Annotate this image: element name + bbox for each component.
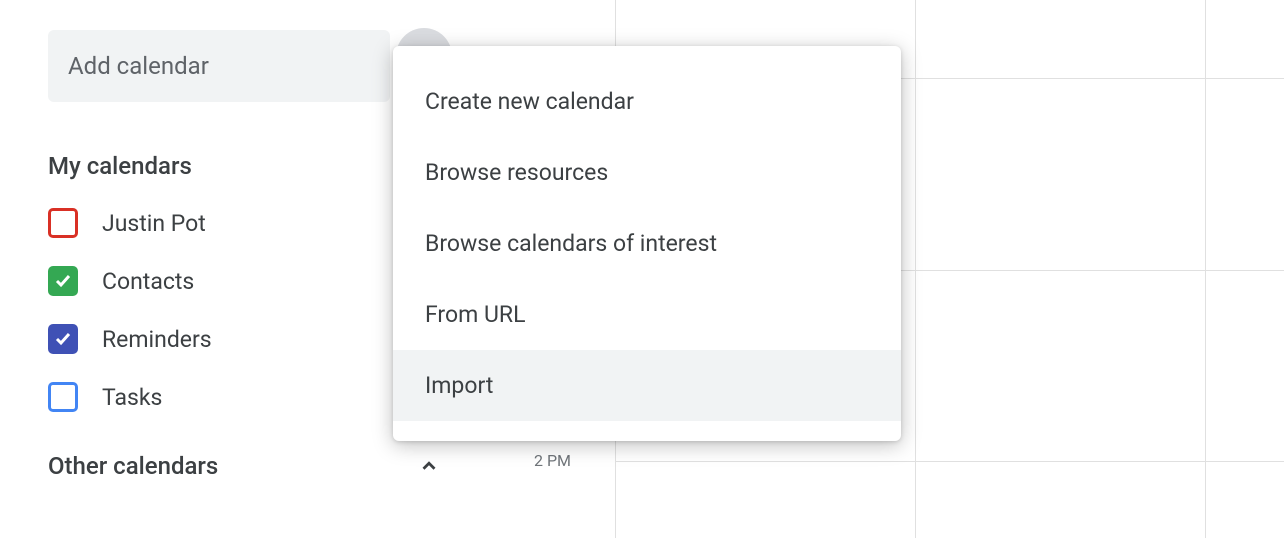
checkbox-reminders[interactable] [48, 324, 78, 354]
checkmark-icon [53, 329, 73, 349]
add-calendar-input[interactable] [48, 30, 390, 102]
calendar-label: Justin Pot [102, 210, 206, 237]
grid-horizontal-line [615, 461, 1284, 462]
checkbox-contacts[interactable] [48, 266, 78, 296]
grid-vertical-line [1205, 0, 1206, 538]
checkmark-icon [53, 271, 73, 291]
calendar-label: Reminders [102, 326, 212, 353]
chevron-up-icon[interactable] [418, 455, 440, 477]
popup-item-create-new-calendar[interactable]: Create new calendar [393, 66, 901, 137]
popup-item-from-url[interactable]: From URL [393, 279, 901, 350]
other-calendars-header[interactable]: Other calendars [48, 452, 440, 480]
popup-item-browse-resources[interactable]: Browse resources [393, 137, 901, 208]
calendar-label: Contacts [102, 268, 194, 295]
grid-vertical-line [915, 0, 916, 538]
calendar-label: Tasks [102, 384, 162, 411]
popup-item-import[interactable]: Import [393, 350, 901, 421]
other-calendars-label: Other calendars [48, 452, 218, 480]
checkbox-tasks[interactable] [48, 382, 78, 412]
time-label: 2 PM [534, 451, 571, 470]
popup-item-browse-calendars-of-interest[interactable]: Browse calendars of interest [393, 208, 901, 279]
sidebar: My calendars Justin Pot Contacts Reminde… [0, 0, 460, 508]
add-calendar-popup: Create new calendar Browse resources Bro… [393, 46, 901, 441]
checkbox-justin-pot[interactable] [48, 208, 78, 238]
